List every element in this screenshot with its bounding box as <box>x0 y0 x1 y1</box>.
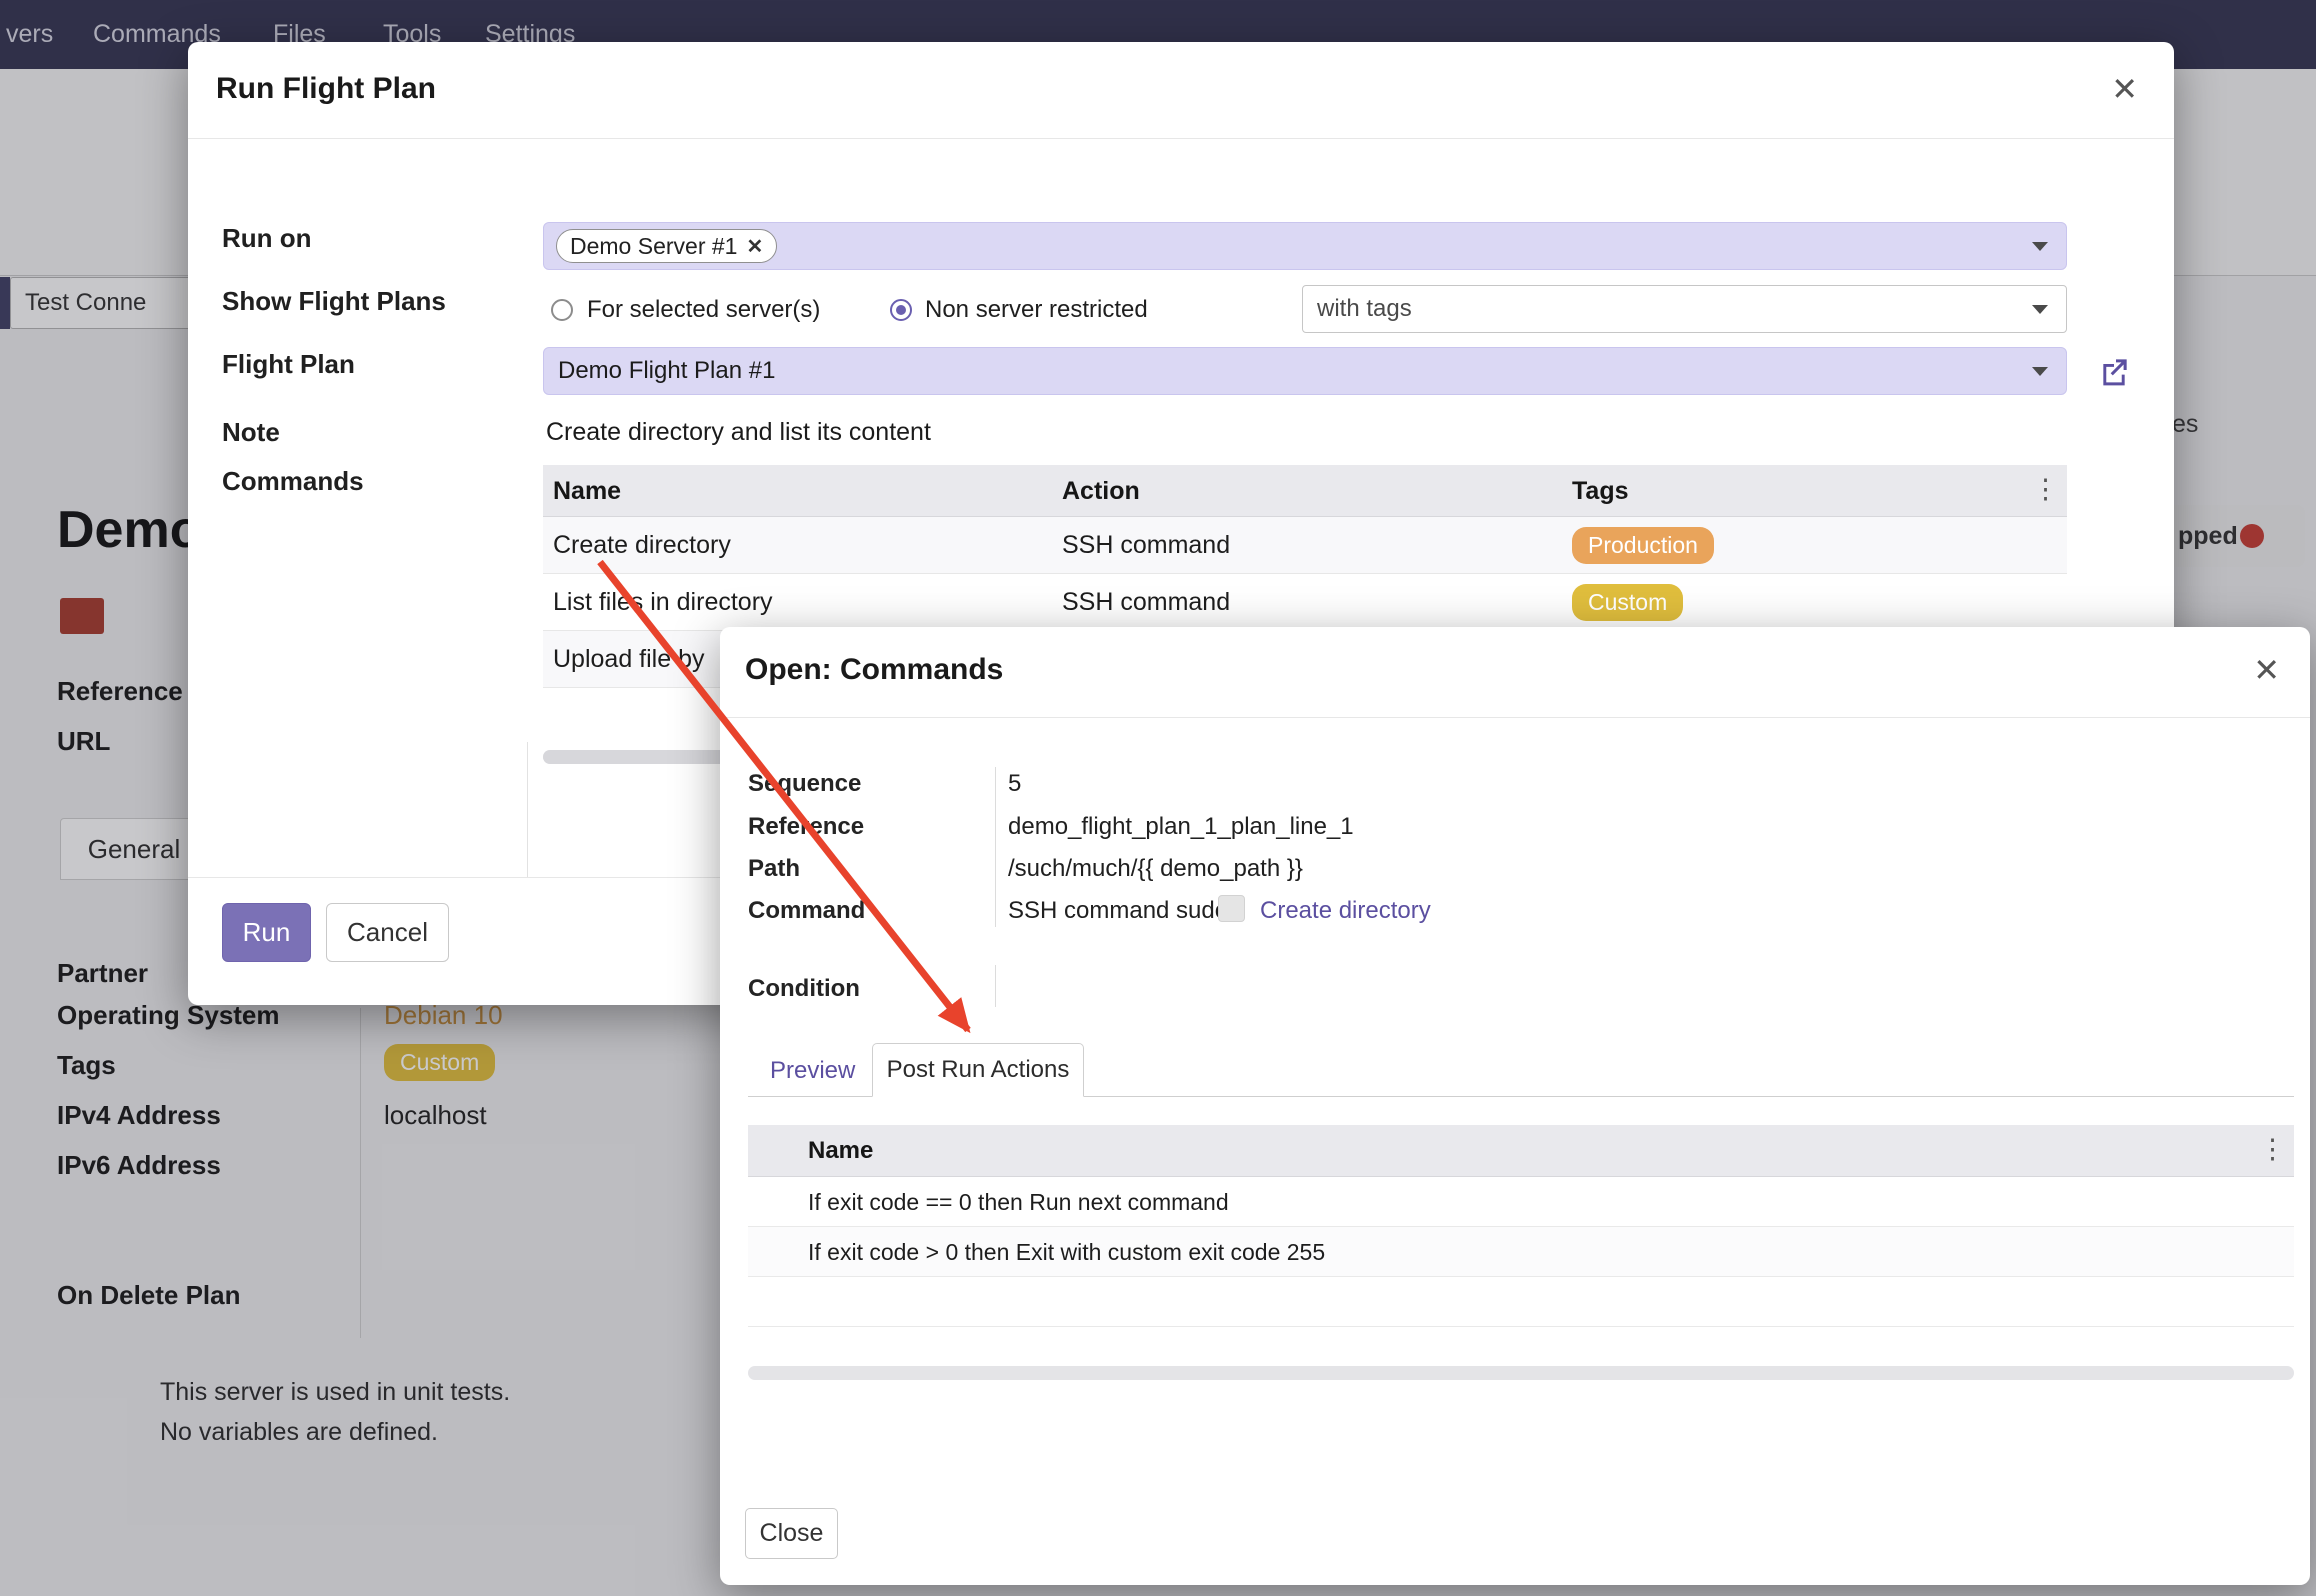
cancel-button[interactable]: Cancel <box>326 903 449 962</box>
header-tags: Tags <box>1572 477 1629 506</box>
server-chip-label: Demo Server #1 <box>570 233 737 260</box>
commands-table-header: Name Action Tags ⋮ <box>543 465 2067 517</box>
commands-label: Commands <box>222 466 364 497</box>
server-chip[interactable]: Demo Server #1 ✕ <box>556 229 777 263</box>
run-on-multiselect[interactable]: Demo Server #1 ✕ <box>543 222 2067 270</box>
with-tags-value: with tags <box>1317 295 1412 322</box>
chevron-down-icon <box>2032 305 2048 314</box>
radio-for-selected-servers-label: For selected server(s) <box>587 296 820 324</box>
command-checkbox[interactable] <box>1218 895 1245 922</box>
flight-plan-select[interactable]: Demo Flight Plan #1 <box>543 347 2067 395</box>
show-flight-plans-label: Show Flight Plans <box>222 286 446 317</box>
row-name: If exit code > 0 then Exit with custom e… <box>808 1239 1325 1266</box>
run-modal-title: Run Flight Plan <box>216 72 436 106</box>
close-icon[interactable]: ✕ <box>2253 651 2280 689</box>
run-on-label: Run on <box>222 223 312 254</box>
sequence-value: 5 <box>1008 770 1021 798</box>
row-action: SSH command <box>1062 588 1230 617</box>
path-value: /such/much/{{ demo_path }} <box>1008 855 1303 883</box>
reference-value: demo_flight_plan_1_plan_line_1 <box>1008 813 1354 841</box>
path-label: Path <box>748 855 800 883</box>
command-label: Command <box>748 897 865 925</box>
table-row[interactable]: Create directory SSH command Production <box>543 517 2067 574</box>
sheet-divider <box>527 742 528 877</box>
external-link-icon[interactable] <box>2098 356 2130 388</box>
table-row[interactable]: List files in directory SSH command Cust… <box>543 574 2067 631</box>
flight-plan-note-text: Create directory and list its content <box>546 418 931 447</box>
flight-plan-value: Demo Flight Plan #1 <box>558 357 775 384</box>
close-icon[interactable]: ✕ <box>2111 70 2138 108</box>
header-name: Name <box>808 1137 873 1165</box>
close-button[interactable]: Close <box>745 1508 838 1559</box>
kebab-menu-icon[interactable]: ⋮ <box>2259 1134 2286 1165</box>
chevron-down-icon <box>2032 367 2048 376</box>
table-row[interactable]: If exit code > 0 then Exit with custom e… <box>748 1227 2294 1277</box>
field-separator-line <box>995 767 996 927</box>
radio-non-server-restricted-label: Non server restricted <box>925 296 1148 324</box>
table-row-empty <box>748 1277 2294 1327</box>
row-name: Upload file by <box>553 645 704 674</box>
modal-header-divider <box>720 717 2310 718</box>
commands-modal-title: Open: Commands <box>745 653 1003 687</box>
row-name: List files in directory <box>553 588 773 617</box>
with-tags-select[interactable]: with tags <box>1302 285 2067 333</box>
production-tag-badge: Production <box>1572 527 1714 564</box>
condition-label: Condition <box>748 975 860 1003</box>
run-button[interactable]: Run <box>222 903 311 962</box>
reference-label: Reference <box>748 813 864 841</box>
flight-plan-label: Flight Plan <box>222 349 355 380</box>
horizontal-scrollbar[interactable] <box>748 1366 2294 1380</box>
kebab-menu-icon[interactable]: ⋮ <box>2032 474 2059 505</box>
table-row[interactable]: If exit code == 0 then Run next command <box>748 1177 2294 1227</box>
radio-for-selected-servers[interactable] <box>551 299 573 321</box>
screen: vers Commands Files Tools Settings Test … <box>0 0 2316 1596</box>
post-run-table-header: Name ⋮ <box>748 1125 2294 1177</box>
tab-post-run-actions[interactable]: Post Run Actions <box>872 1043 1084 1097</box>
note-label: Note <box>222 417 280 448</box>
row-name: If exit code == 0 then Run next command <box>808 1189 1229 1216</box>
chevron-down-icon <box>2032 242 2048 251</box>
modal-header-divider <box>188 138 2174 139</box>
radio-non-server-restricted[interactable] <box>890 299 912 321</box>
remove-chip-icon[interactable]: ✕ <box>746 234 763 259</box>
row-action: SSH command <box>1062 531 1230 560</box>
row-tag: Production <box>1572 527 1714 564</box>
create-directory-link[interactable]: Create directory <box>1260 897 1431 925</box>
row-name: Create directory <box>553 531 731 560</box>
command-value: SSH command sudo <box>1008 897 1228 925</box>
row-tag: Custom <box>1572 584 1683 621</box>
tab-preview[interactable]: Preview <box>770 1057 855 1085</box>
header-name: Name <box>553 477 621 506</box>
post-run-actions-table: Name ⋮ If exit code == 0 then Run next c… <box>748 1125 2294 1327</box>
custom-tag-badge: Custom <box>1572 584 1683 621</box>
open-commands-modal: Open: Commands ✕ Sequence 5 Reference de… <box>720 627 2310 1585</box>
field-separator-line <box>995 965 996 1007</box>
header-action: Action <box>1062 477 1140 506</box>
sequence-label: Sequence <box>748 770 861 798</box>
